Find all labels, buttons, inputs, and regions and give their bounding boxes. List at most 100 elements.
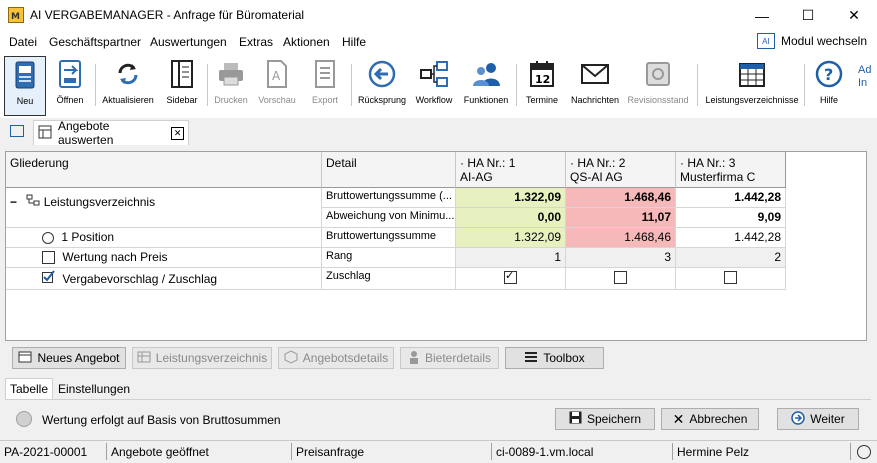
preview-icon: A [262, 59, 292, 89]
tree-row-leistungsverzeichnis[interactable]: − Leistungsverzeichnis [6, 188, 322, 228]
detail-zuschlag: Zuschlag [322, 268, 456, 290]
bieterdetails-button[interactable]: Bieterdetails [400, 347, 499, 369]
maximize-button[interactable]: ☐ [785, 0, 831, 31]
menu-datei[interactable]: Datei [9, 35, 37, 49]
person-icon [408, 350, 420, 367]
tab-close-icon[interactable]: ✕ [171, 126, 184, 140]
minimize-button[interactable]: — [739, 0, 785, 31]
col-header-bid-2[interactable]: · HA Nr.: 2 QS-AI AG [566, 152, 676, 188]
collapse-icon[interactable]: − [10, 195, 17, 209]
toolbar-neu-button[interactable]: Neu [4, 56, 46, 116]
menu-geschaeftspartner[interactable]: Geschäftspartner [49, 35, 141, 49]
toolbar-oeffnen-button[interactable]: Öffnen [50, 56, 90, 114]
cell-lv-dev-bid-3: 9,09 [676, 208, 786, 228]
abbrechen-button[interactable]: ✕ Abbrechen [661, 408, 759, 430]
weiter-button[interactable]: Weiter [777, 408, 859, 430]
checked-pen-icon [42, 270, 55, 286]
cell-rang-bid-2: 3 [566, 248, 676, 268]
subtab-einstellungen[interactable]: Einstellungen [54, 380, 134, 398]
svg-text:?: ? [824, 65, 833, 84]
zuschlag-checkbox-bid-1[interactable] [504, 269, 517, 285]
users-icon [471, 59, 501, 89]
refresh-icon [113, 59, 143, 89]
cell-rang-bid-1: 1 [456, 248, 566, 268]
info-text: Wertung erfolgt auf Basis von Bruttosumm… [42, 413, 281, 427]
toolbar-export-button[interactable]: Export [305, 56, 345, 114]
cell-lv-dev-bid-1: 0,00 [456, 208, 566, 228]
menu-hilfe[interactable]: Hilfe [342, 35, 366, 49]
toolbox-button[interactable]: Toolbox [505, 347, 604, 369]
status-bar: PA-2021-00001 Angebote geöffnet Preisanf… [0, 440, 877, 463]
preis-checkbox[interactable] [42, 251, 55, 265]
back-arrow-icon [367, 59, 397, 89]
tab-angebote-auswerten[interactable]: Angebote auswerten ✕ [33, 119, 189, 147]
detail-bruttowertungssumme: Bruttowertungssumme (... [322, 188, 456, 208]
menu-auswertungen[interactable]: Auswertungen [150, 35, 227, 49]
envelope-icon [580, 59, 610, 89]
tree-row-vergabevorschlag[interactable]: Vergabevorschlag / Zuschlag [6, 268, 322, 290]
subtab-tabelle[interactable]: Tabelle [5, 378, 53, 399]
cell-zuschlag-bid-3[interactable] [676, 268, 786, 290]
close-window-button[interactable]: ✕ [831, 0, 877, 31]
toolbar-vorschau-button[interactable]: A Vorschau [256, 56, 298, 114]
toolbar: Neu Öffnen Aktualisieren Sidebar Drucken… [0, 52, 877, 119]
toolbar-leistungsverzeichnisse-button[interactable]: Leistungsverzeichnisse [704, 56, 800, 114]
menu-extras[interactable]: Extras [239, 35, 273, 49]
col-header-gliederung[interactable]: Gliederung [6, 152, 322, 188]
toolbar-aktualisieren-button[interactable]: Aktualisieren [101, 56, 155, 114]
cell-zuschlag-bid-2[interactable] [566, 268, 676, 290]
modul-wechseln-button[interactable]: AI Modul wechseln [756, 33, 867, 49]
forward-arrow-icon [791, 410, 806, 428]
toolbar-workflow-button[interactable]: Workflow [413, 56, 455, 114]
close-icon: ✕ [848, 7, 860, 23]
status-id: PA-2021-00001 [4, 445, 88, 459]
detail-pos-bruttowertungssumme: Bruttowertungssumme [322, 228, 456, 248]
leistungsverzeichnis-button[interactable]: Leistungsverzeichnis [132, 347, 272, 369]
toolbar-drucken-button[interactable]: Drucken [211, 56, 251, 114]
info-status-icon [16, 411, 32, 427]
zuschlag-checkbox-bid-2[interactable] [614, 271, 627, 285]
cell-zuschlag-bid-1[interactable] [456, 268, 566, 290]
evaluation-grid: Gliederung Detail · HA Nr.: 1 AI-AG · HA … [5, 151, 867, 341]
status-type: Preisanfrage [296, 445, 365, 459]
cell-lv-sum-bid-1: 1.322,09 [456, 188, 566, 208]
svg-text:M: M [11, 12, 20, 22]
grid-doc-icon [38, 125, 52, 142]
zuschlag-checkbox-bid-3[interactable] [724, 271, 737, 285]
toolbar-sidebar-button[interactable]: Sidebar [163, 56, 201, 114]
menu-aktionen[interactable]: Aktionen [283, 35, 330, 49]
speichern-button[interactable]: Speichern [555, 408, 655, 430]
printer-icon [216, 59, 246, 89]
toolbar-hilfe-button[interactable]: ? Hilfe [810, 56, 848, 114]
col-header-bid-3[interactable]: · HA Nr.: 3 Musterfirma C [676, 152, 786, 188]
tree-node-icon [26, 194, 40, 209]
new-document-icon [10, 60, 40, 90]
export-icon [310, 59, 340, 89]
maximize-icon: ☐ [801, 7, 815, 23]
toolbar-termine-button[interactable]: 12 Termine [522, 56, 562, 114]
neues-angebot-button[interactable]: Neues Angebot [12, 347, 126, 369]
col-header-bid-1[interactable]: · HA Nr.: 1 AI-AG [456, 152, 566, 188]
modul-label: Modul wechseln [780, 34, 867, 48]
table-icon [137, 351, 151, 366]
toolbar-nachrichten-button[interactable]: Nachrichten [568, 56, 622, 114]
col-header-detail[interactable]: Detail [322, 152, 456, 188]
angebotsdetails-button[interactable]: Angebotsdetails [278, 347, 394, 369]
cell-rang-bid-3: 2 [676, 248, 786, 268]
cell-lv-sum-bid-3: 1.442,28 [676, 188, 786, 208]
menu-bar: Datei Geschäftspartner Auswertungen Extr… [0, 31, 877, 52]
toolbar-ruecksprung-button[interactable]: Rücksprung [357, 56, 407, 114]
radio-icon[interactable] [42, 231, 54, 244]
tree-row-wertung-preis[interactable]: Wertung nach Preis [6, 248, 322, 268]
cell-lv-sum-bid-2: 1.468,46 [566, 188, 676, 208]
workflow-icon [419, 59, 449, 89]
tree-row-position[interactable]: 1 Position [6, 228, 322, 248]
status-host: ci-0089-1.vm.local [496, 445, 594, 459]
window-title: AI VERGABEMANAGER - Anfrage für Büromate… [30, 8, 305, 22]
list-icon [524, 351, 538, 366]
cube-icon [284, 349, 298, 367]
toolbar-revisionsstand-button[interactable]: Revisionsstand [627, 56, 689, 114]
cell-lv-dev-bid-2: 11,07 [566, 208, 676, 228]
toolbar-funktionen-button[interactable]: Funktionen [462, 56, 510, 114]
tab-list-icon[interactable] [10, 125, 24, 137]
